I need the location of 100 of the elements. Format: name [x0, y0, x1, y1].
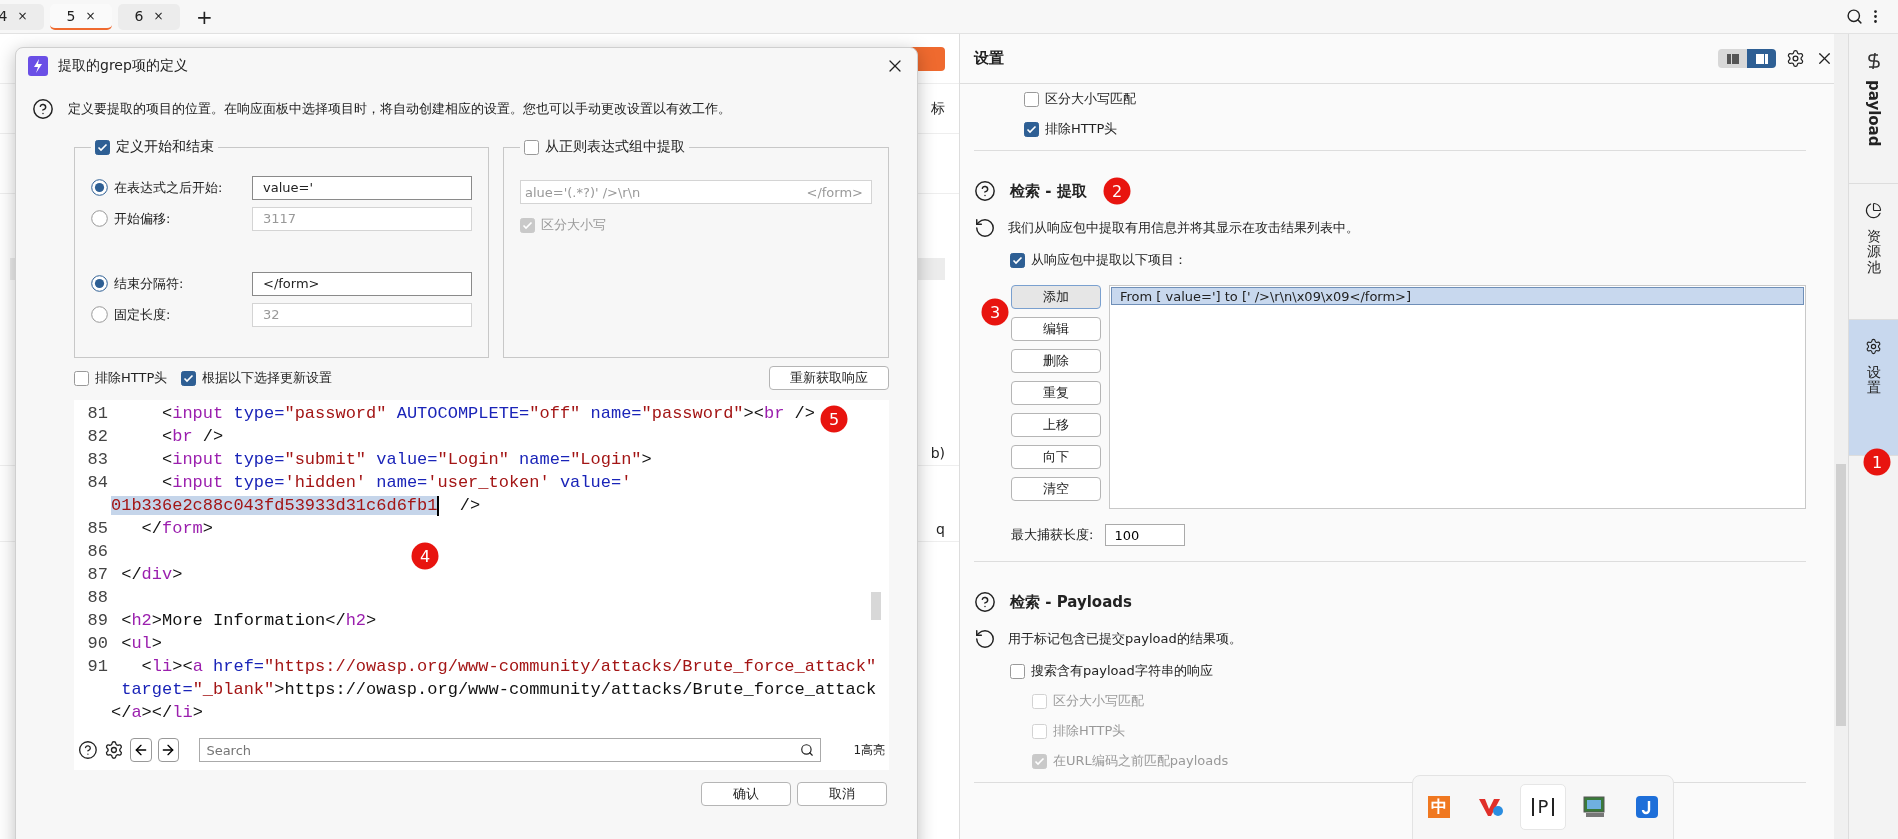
code-line: <input type='hidden' name='user_token' value=' [161, 473, 632, 492]
scrollbar[interactable] [1834, 34, 1848, 839]
code-line: target="_blank">https://owasp.org/www-community/attacks/Brute_force_attack [120, 680, 877, 699]
monitor-icon[interactable] [1582, 795, 1608, 819]
checkbox-label: 区分大小写匹配 [1045, 90, 1136, 108]
list-button[interactable]: 向下 [1011, 445, 1101, 469]
radio-label: 开始偏移: [114, 209, 172, 228]
radio-button[interactable] [91, 210, 108, 227]
tab[interactable]: 4 × [0, 3, 44, 30]
list-button[interactable]: 重复 [1011, 381, 1101, 405]
line-number: 86 [86, 542, 108, 561]
line-number: 90 [86, 634, 108, 653]
close-tab-button[interactable]: × [85, 8, 96, 23]
reset-icon[interactable] [974, 217, 996, 239]
checkbox-label: 排除HTTP头 [95, 369, 168, 387]
reset-icon[interactable] [974, 628, 996, 650]
line-number: 84 [86, 473, 108, 492]
line-number: 85 [86, 519, 108, 538]
sidebar-tab[interactable]: payload [1849, 34, 1898, 184]
scrollbar-thumb[interactable] [871, 592, 881, 620]
new-tab-button[interactable]: + [196, 6, 213, 27]
list-button[interactable]: 添加 [1011, 285, 1101, 309]
description-text: 定义要提取的项目的位置。在响应面板中选择项目时，将自动创建相应的设置。您也可以手动更改设置以有效工作。 [68, 100, 731, 118]
help-icon[interactable] [78, 739, 98, 761]
code-line: <input type="submit" value="Login" name="Login"> [161, 450, 652, 469]
line-number: 81 [86, 404, 108, 423]
radio-button[interactable] [91, 179, 108, 196]
tab[interactable]: 6 × [118, 3, 180, 30]
radio-label: 结束分隔符: [114, 274, 185, 293]
search-field[interactable]: Search [199, 738, 822, 762]
checkbox-label: 搜索含有payload字符串的响应 [1031, 662, 1213, 680]
dialog-title: 提取的grep项的定义 [58, 57, 189, 75]
dialog-button[interactable]: 确认 [701, 782, 791, 806]
help-icon[interactable] [32, 98, 54, 120]
layout-toggle[interactable] [1747, 49, 1776, 68]
app-icon[interactable] [1636, 796, 1658, 818]
close-tab-button[interactable]: × [17, 8, 28, 23]
settings-icon[interactable] [103, 739, 124, 761]
line-number: 88 [86, 588, 108, 607]
list-button[interactable]: 删除 [1011, 349, 1101, 373]
checkbox[interactable] [181, 370, 197, 386]
code-line: <li><a href="https://owasp.org/www-community/attacks/Brute_force_attack" [140, 657, 877, 676]
checkbox[interactable] [1010, 663, 1025, 679]
code-line: <input type="password" AUTOCOMPLETE="off" name="password"><br /> [161, 404, 815, 423]
app-logo-icon[interactable] [1478, 796, 1504, 818]
line-number: 82 [86, 427, 108, 446]
settings-icon[interactable] [1786, 49, 1805, 68]
list-button[interactable]: 清空 [1011, 477, 1101, 501]
checkbox-label: 根据以下选择更新设置 [202, 369, 333, 387]
refetch-button[interactable]: 重新获取响应 [769, 366, 889, 390]
checkbox[interactable] [524, 139, 539, 155]
tab-label: 6 [134, 7, 144, 24]
checkbox-label: 区分大小写匹配 [1053, 692, 1144, 710]
list-button[interactable]: 上移 [1011, 413, 1101, 437]
background-text: q [936, 520, 945, 537]
max-length-field[interactable]: 100 [1105, 524, 1186, 546]
dialog-button[interactable]: 取消 [797, 782, 887, 806]
forward-button[interactable] [157, 738, 180, 762]
code-line: <ul> [120, 634, 162, 653]
line-number: 89 [86, 611, 108, 630]
section-title: 检索 - 提取 [1010, 181, 1087, 201]
help-icon[interactable] [974, 591, 996, 613]
section-description: 用于标记包含已提交payload的结果项。 [1008, 630, 1242, 648]
sidebar-tab[interactable]: 设置 [1849, 320, 1898, 456]
background-text: 标 [931, 99, 945, 118]
field-label: 最大捕获长度: [1011, 526, 1094, 544]
line-number: 83 [86, 450, 108, 469]
background-text: b) [930, 444, 945, 461]
radio-label: 在表达式之后开始: [114, 178, 224, 197]
layout-toggle[interactable] [1718, 49, 1747, 68]
section-description: 我们从响应包中提取有用信息并将其显示在攻击结果列表中。 [1008, 219, 1359, 237]
checkbox[interactable] [95, 139, 110, 155]
input-field[interactable]: </form> [252, 271, 472, 296]
lightning-icon [28, 56, 48, 76]
search-icon[interactable] [1846, 8, 1863, 25]
checkbox[interactable] [74, 370, 89, 386]
list-item[interactable]: From [ value='] to [' />\r\n\x09\x09</form>] [1111, 287, 1804, 305]
code-line: <br /> [161, 427, 224, 446]
checkbox[interactable] [1010, 252, 1025, 268]
input-field[interactable]: value=' [252, 175, 472, 200]
help-icon[interactable] [974, 180, 996, 202]
tab-label: 5 [66, 7, 76, 24]
radio-label: 固定长度: [114, 305, 172, 324]
match-count: 1高亮 [853, 741, 885, 759]
code-line: </form> [140, 519, 214, 538]
checkbox[interactable] [1024, 91, 1039, 107]
checkbox[interactable] [1024, 121, 1039, 137]
checkbox-label: 从响应包中提取以下项目： [1031, 251, 1187, 269]
layout-icon [1726, 53, 1739, 64]
code-line: </div> [120, 565, 183, 584]
list-button[interactable]: 编辑 [1011, 317, 1101, 341]
close-tab-button[interactable]: × [153, 8, 164, 23]
radio-button[interactable] [91, 306, 108, 323]
back-button[interactable] [129, 738, 152, 762]
checkbox-label: 区分大小写 [541, 216, 606, 234]
checkbox-label: 排除HTTP头 [1053, 722, 1126, 740]
section-title: 检索 - Payloads [1010, 592, 1132, 612]
code-line: </a></li> [111, 703, 203, 722]
radio-button[interactable] [91, 275, 108, 292]
code-editor[interactable] [74, 400, 889, 730]
